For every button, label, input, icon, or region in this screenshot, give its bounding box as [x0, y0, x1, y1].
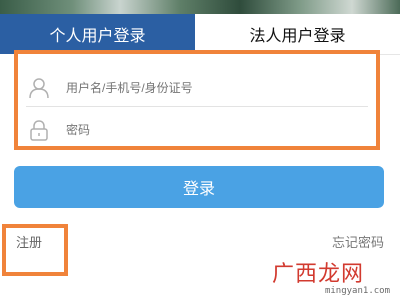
password-field[interactable] [26, 112, 368, 148]
username-input[interactable] [64, 80, 223, 96]
user-icon [29, 78, 49, 99]
watermark-url: mingyan1.com [324, 286, 390, 296]
login-button[interactable]: 登录 [14, 166, 384, 208]
lock-icon [30, 120, 48, 141]
password-input[interactable] [64, 122, 223, 138]
tab-personal-login[interactable]: 个人用户登录 [0, 14, 195, 54]
login-form [14, 50, 380, 150]
tab-legal-login[interactable]: 法人用户登录 [195, 14, 400, 55]
login-tabs: 个人用户登录 法人用户登录 [0, 14, 400, 55]
forgot-password-link[interactable]: 忘记密码 [332, 232, 384, 251]
register-link[interactable]: 注册 [16, 232, 42, 251]
watermark-text: 广西龙网 [272, 262, 365, 287]
username-field[interactable] [26, 70, 368, 107]
